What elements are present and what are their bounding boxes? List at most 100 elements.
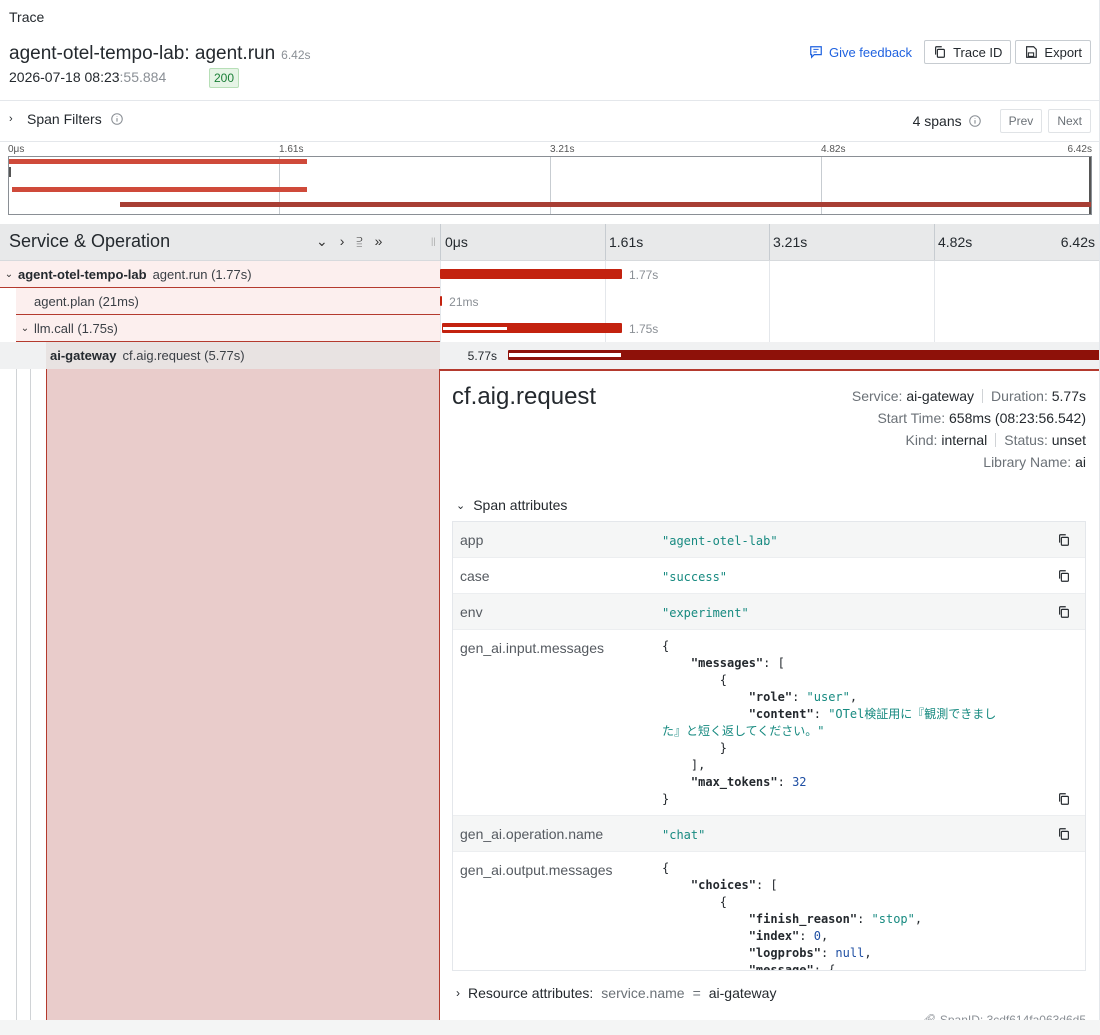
- attribute-row: case "success": [453, 558, 1085, 594]
- copy-icon[interactable]: [1057, 792, 1071, 806]
- attribute-value: "agent-otel-lab": [662, 534, 778, 548]
- resource-value: ai-gateway: [708, 985, 777, 1001]
- span-bar[interactable]: [440, 296, 443, 306]
- span-attributes-table[interactable]: app "agent-otel-lab" case "success" env …: [452, 521, 1086, 971]
- attribute-row: gen_ai.output.messages { "choices": [ { …: [453, 852, 1085, 970]
- span-row[interactable]: agent.plan (21ms) 21ms: [0, 288, 1099, 315]
- minimap-tick: 6.42s: [1067, 144, 1092, 155]
- span-operation: llm.call (1.75s): [34, 321, 118, 336]
- trace-start-date: 2026-07-18 08:23:55.884: [9, 69, 166, 85]
- column-title: Service & Operation: [9, 231, 171, 251]
- span-attributes-label: Span attributes: [473, 497, 568, 513]
- span-bar-label: 5.77s: [467, 349, 497, 363]
- chevron-right-icon: ›: [9, 113, 13, 125]
- chevron-down-icon: ⌄: [456, 499, 466, 512]
- export-button[interactable]: Export: [1015, 40, 1091, 64]
- collapse-all-icon[interactable]: ⫆: [356, 233, 362, 250]
- span-row-selected[interactable]: ai-gateway cf.aig.request (5.77s) 5.77s: [0, 342, 1099, 369]
- copy-icon[interactable]: [1057, 605, 1071, 619]
- span-row[interactable]: ⌄ agent-otel-tempo-lab agent.run (1.77s)…: [0, 261, 1099, 288]
- span-attributes-toggle[interactable]: ⌄ Span attributes: [456, 497, 567, 513]
- span-bar-label: 1.75s: [628, 322, 659, 336]
- trace-title: agent-otel-tempo-lab: agent.run 6.42s: [9, 43, 311, 65]
- collapse-one-icon[interactable]: ⌄: [316, 233, 328, 250]
- timeline-tick: 4.82s: [938, 234, 973, 250]
- json-key: "choices": [690, 878, 756, 892]
- give-feedback-link[interactable]: Give feedback: [801, 40, 920, 64]
- trace-date-ms: :55.884: [119, 69, 167, 85]
- library-label: Library Name:: [983, 454, 1072, 470]
- span-service: ai-gateway: [50, 348, 117, 363]
- attribute-value: "chat": [662, 828, 706, 842]
- expand-one-icon[interactable]: ›: [340, 233, 345, 250]
- span-pager: 4 spans Prev Next: [913, 109, 1091, 133]
- duration-value: 5.77s: [1051, 388, 1086, 404]
- attribute-key: gen_ai.operation.name: [460, 826, 604, 842]
- copy-icon[interactable]: [1057, 827, 1071, 841]
- indent-guide: [16, 369, 17, 1020]
- span-bar-segment: [509, 353, 621, 357]
- span-bar-label: 21ms: [449, 295, 479, 309]
- timeline-tick: 1.61s: [609, 234, 644, 250]
- status-value: unset: [1051, 432, 1086, 448]
- span-row[interactable]: ⌄ llm.call (1.75s) 1.75s: [0, 315, 1099, 342]
- minimap-tick: 3.21s: [550, 144, 575, 155]
- timeline-tick: 3.21s: [773, 234, 808, 250]
- attribute-key: gen_ai.input.messages: [460, 640, 604, 656]
- divider: [995, 433, 997, 447]
- expand-all-icon[interactable]: »: [375, 233, 383, 250]
- json-key: "logprobs": [748, 946, 821, 960]
- chevron-down-icon[interactable]: ⌄: [4, 269, 14, 280]
- attribute-row: app "agent-otel-lab": [453, 522, 1085, 558]
- span-detail-row-indicator: [46, 369, 440, 1020]
- span-id[interactable]: 🔗︎ SpanID: 3cdf614fa063d6d5: [921, 1013, 1086, 1020]
- save-icon: [1026, 46, 1038, 58]
- span-row-name: ⌄ agent-otel-tempo-lab agent.run (1.77s): [4, 261, 252, 288]
- attribute-row: gen_ai.operation.name "chat": [453, 816, 1085, 852]
- resize-handle-icon[interactable]: ||: [431, 236, 436, 246]
- json-key: "content": [748, 707, 814, 721]
- minimap-canvas[interactable]: [8, 156, 1092, 215]
- attribute-value: "success": [662, 570, 728, 584]
- json-number: 32: [792, 775, 807, 789]
- meta-line-3: Kind: internal Status: unset: [852, 429, 1086, 451]
- service-label: Service:: [851, 388, 903, 404]
- span-bar-segment: [443, 327, 507, 330]
- json-key: "max_tokens": [690, 775, 778, 789]
- chevron-down-icon[interactable]: ⌄: [20, 323, 30, 334]
- copy-icon[interactable]: [1057, 533, 1071, 547]
- json-string: "OTel検証用に『観測できまし: [828, 707, 997, 721]
- export-label: Export: [1044, 44, 1082, 60]
- meta-line-1: Service: ai-gateway Duration: 5.77s: [852, 385, 1086, 407]
- resource-attributes-toggle[interactable]: › Resource attributes: service.name = ai…: [456, 985, 776, 1001]
- attribute-key: env: [460, 604, 483, 620]
- meta-line-4: Library Name: ai: [852, 451, 1086, 473]
- copy-icon[interactable]: [1057, 569, 1071, 583]
- json-number: 0: [813, 929, 821, 943]
- info-icon: [110, 113, 123, 125]
- prev-button[interactable]: Prev: [999, 109, 1043, 133]
- trace-id-label: Trace ID: [953, 44, 1003, 60]
- span-bar[interactable]: [440, 269, 622, 279]
- attribute-json: { "messages": [ { "role": "user", "conte…: [662, 639, 997, 806]
- minimap-handle-left[interactable]: [9, 167, 11, 177]
- section-label: Trace: [9, 9, 45, 25]
- span-filters-toggle[interactable]: › Span Filters: [9, 111, 124, 127]
- minimap-tick: 1.61s: [279, 144, 304, 155]
- give-feedback-label: Give feedback: [828, 44, 913, 60]
- json-number: null: [835, 946, 865, 960]
- chevron-right-icon: ›: [456, 986, 460, 1000]
- trace-duration: 6.42s: [281, 48, 311, 62]
- span-row-name: ⌄ llm.call (1.75s): [20, 315, 118, 342]
- attribute-key: case: [460, 568, 490, 584]
- attribute-key: gen_ai.output.messages: [460, 862, 613, 878]
- feedback-icon: [810, 46, 822, 59]
- service-value: ai-gateway: [906, 388, 975, 404]
- trace-id-button[interactable]: Trace ID: [924, 40, 1012, 64]
- next-button[interactable]: Next: [1048, 109, 1091, 133]
- tree-controls: ⌄ › ⫆ »: [316, 233, 382, 250]
- trace-minimap[interactable]: 0μs 1.61s 3.21s 4.82s 6.42s: [8, 144, 1092, 216]
- span-filters-label: Span Filters: [27, 111, 102, 127]
- timeline-tick: 6.42s: [1060, 234, 1095, 250]
- minimap-span-bar: [119, 202, 1091, 207]
